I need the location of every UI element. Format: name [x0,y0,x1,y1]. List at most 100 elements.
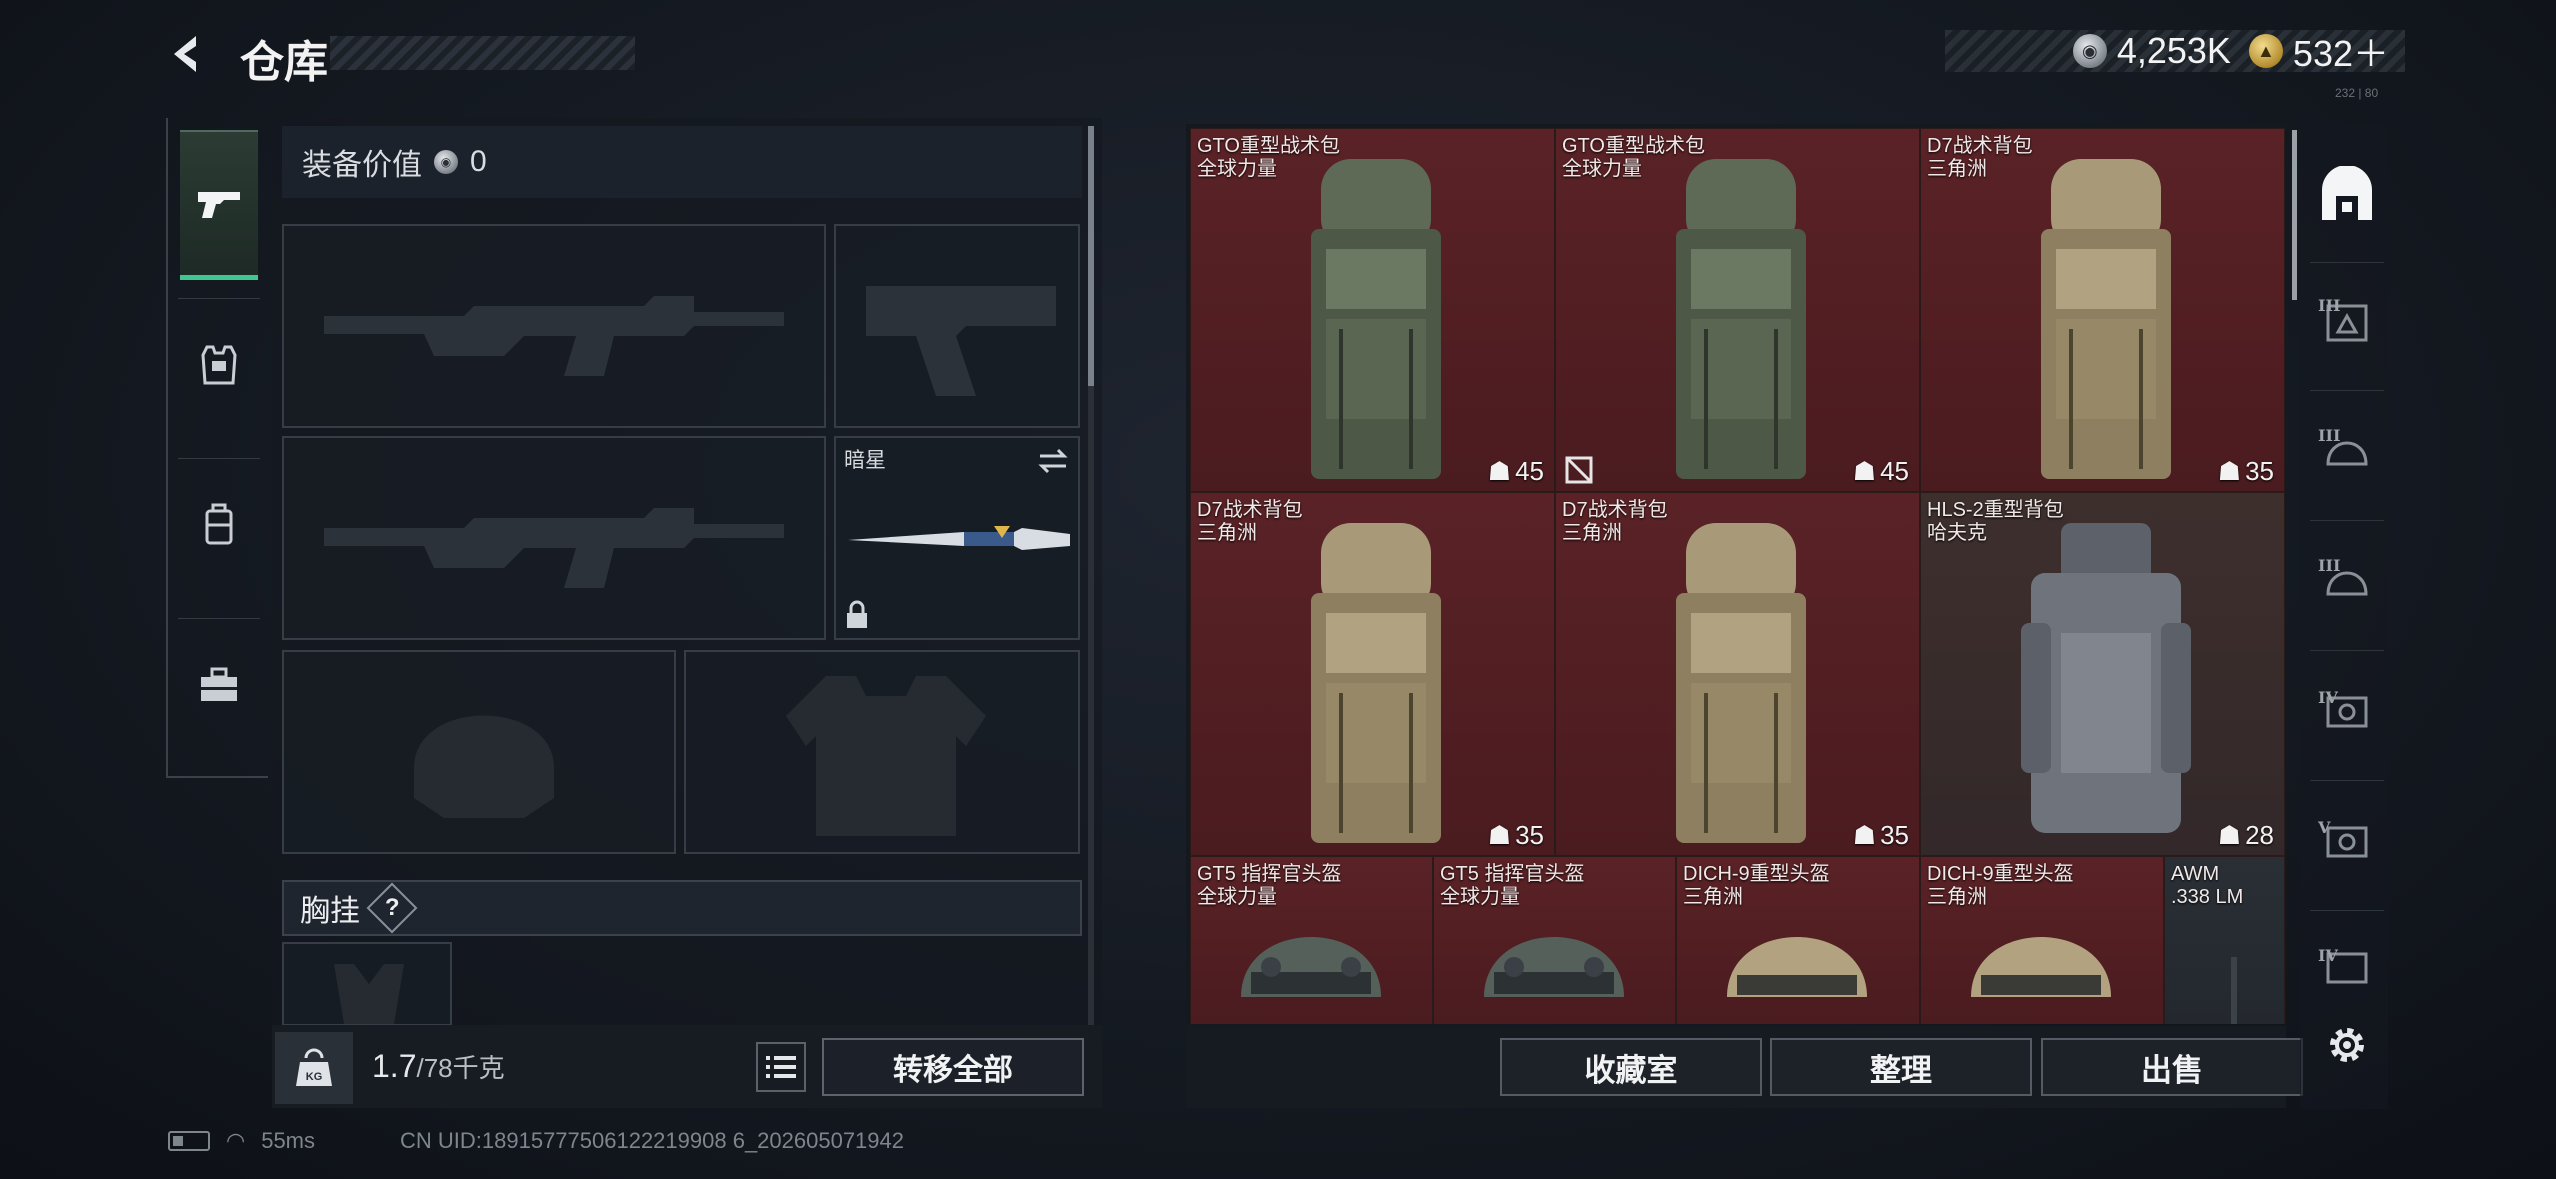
silver-coin-icon: ◉ [2072,34,2107,68]
storage-grid: GTO重型战术包 全球力量 ☗ 45 GTO重型战术包 全球力量 ☗ 45 D7战术背包… [1186,124,2286,1024]
no-insure-icon [1565,456,1593,484]
storage-item[interactable]: D7战术背包 三角洲 ☗ 35 [1190,492,1555,856]
chest-rig-label: 胸挂 [300,895,360,928]
storage-item[interactable]: GTO重型战术包 全球力量 ☗ 45 [1555,128,1920,492]
capacity-icon: ☗ [2217,456,2242,486]
storage-item[interactable]: D7战术背包 三角洲 ☗ 35 [1920,128,2285,492]
silver-coin-icon: ◉ [434,150,458,174]
secondary-weapon-slot[interactable] [282,436,826,640]
category-toolbox[interactable] [180,610,258,760]
weight-readout: 1.7/78千克 [372,1048,505,1085]
ping-value: 55ms [261,1128,315,1153]
equipment-value-amount: 0 [470,145,487,178]
list-view-button[interactable] [756,1042,806,1092]
vest-silhouette-icon [786,676,986,836]
swap-icon[interactable] [1036,446,1070,476]
item-capacity: ☗ 35 [2217,456,2274,486]
tier-label: IV [2318,688,2338,707]
sort-button[interactable]: 整理 [1770,1038,2032,1096]
capacity-icon: ☗ [1487,456,1512,486]
capacity-icon: ☗ [1852,820,1877,850]
primary-weapon-slot[interactable] [282,224,826,428]
item-name: HLS-2重型背包 哈夫克 [1927,499,2064,544]
storage-item[interactable]: DICH-9重型头盔 三角洲 [1920,856,2164,1024]
back-arrow-icon [174,36,196,72]
storage-item[interactable]: D7战术背包 三角洲 ☗ 35 [1555,492,1920,856]
capacity-icon: ☗ [1852,456,1877,486]
currency-bar: ◉ 4,253K ▲ 532＋ [1945,30,2405,74]
storage-item[interactable]: GTO重型战术包 全球力量 ☗ 45 [1190,128,1555,492]
filter-all[interactable] [2312,160,2382,230]
silver-currency[interactable]: ◉ 4,253K [2072,30,2231,72]
storage-item[interactable]: DICH-9重型头盔 三角洲 [1676,856,1920,1024]
category-armor[interactable] [180,290,258,440]
body-armor-slot[interactable] [684,650,1080,854]
item-name: GT5 指挥官头盔 全球力量 [1440,863,1585,908]
list-icon [766,1056,796,1078]
equipment-value-label: 装备价值 [302,149,422,182]
user-uid: CN UID:18915777506122219908 6_2026050719… [400,1128,905,1153]
tier-label: III [2318,296,2341,315]
version-text: 232 | 80 [2335,86,2379,100]
item-name: DICH-9重型头盔 三角洲 [1683,863,1830,908]
storage-item[interactable]: HLS-2重型背包 哈夫克 ☗ 28 [1920,492,2285,856]
helmet-slot[interactable] [282,650,676,854]
wifi-icon: ◠ [226,1128,246,1153]
sell-button[interactable]: 出售 [2041,1038,2303,1096]
storage-item[interactable]: AWM .338 LM [2164,856,2285,1024]
gold-coin-icon: ▲ [2248,34,2283,68]
backpack-item-icon [2041,159,2171,479]
tier-label: IV [2318,946,2338,965]
settings-button[interactable] [2312,1010,2382,1080]
chest-rig-slot[interactable] [282,942,452,1026]
pistol-slot[interactable] [834,224,1080,428]
storage-scroll-thumb[interactable] [2292,130,2297,300]
item-name: D7战术背包 三角洲 [1927,135,2033,180]
gold-currency[interactable]: ▲ 532＋ [2248,25,2389,77]
kg-label: KG [306,1071,323,1083]
armor-vest-icon [201,345,237,385]
helmet-silhouette-icon [414,715,554,818]
item-name: AWM .338 LM [2171,863,2244,908]
melee-slot[interactable]: 暗星 [834,436,1080,640]
gold-amount: 532＋ [2292,33,2389,74]
category-weapons[interactable] [180,130,258,280]
help-icon[interactable]: ? [366,882,418,934]
status-bar: ◠ 55ms [168,1128,315,1154]
toolbox-icon [201,667,237,701]
silver-amount: 4,253K [2116,30,2231,71]
backpack-item-icon [1311,159,1441,479]
warehouse-icon [2322,166,2372,220]
backpack-item-icon [2021,523,2191,833]
category-backpack[interactable] [180,450,258,600]
assault-rifle-icon [324,508,784,588]
filter-tier-iv-a[interactable] [2312,676,2382,746]
category-rail [166,118,268,778]
chest-rig-silhouette-icon [334,964,404,1024]
item-capacity: ☗ 45 [1487,456,1544,486]
equipment-scroll-thumb[interactable] [1088,126,1094,386]
item-name: DICH-9重型头盔 三角洲 [1927,863,2074,908]
backpack-item-icon [1676,523,1806,843]
page-title: 仓库 [240,38,328,87]
weight-current: 1.7 [372,1048,417,1084]
pistol-icon [198,191,240,218]
battery-icon [168,1131,210,1151]
item-name: D7战术背包 三角洲 [1197,499,1303,544]
knife-icon [848,526,1070,550]
title-stripe [330,36,635,70]
filter-tier-iv-b[interactable] [2312,932,2382,1002]
backpack-item-icon [1311,523,1441,843]
storage-item[interactable]: GT5 指挥官头盔 全球力量 [1190,856,1433,1024]
weight-icon-box: KG [275,1032,353,1104]
storage-item[interactable]: GT5 指挥官头盔 全球力量 [1433,856,1676,1024]
weight-max: /78千克 [416,1053,505,1083]
collection-room-button[interactable]: 收藏室 [1500,1038,1762,1096]
chest-rig-header: 胸挂 ? [282,880,1082,936]
filter-tier-v[interactable] [2312,806,2382,876]
transfer-all-button[interactable]: 转移全部 [822,1038,1084,1096]
lock-icon [847,600,867,628]
item-capacity: ☗ 45 [1852,456,1909,486]
capacity-icon: ☗ [1487,820,1512,850]
back-button[interactable] [162,28,214,80]
